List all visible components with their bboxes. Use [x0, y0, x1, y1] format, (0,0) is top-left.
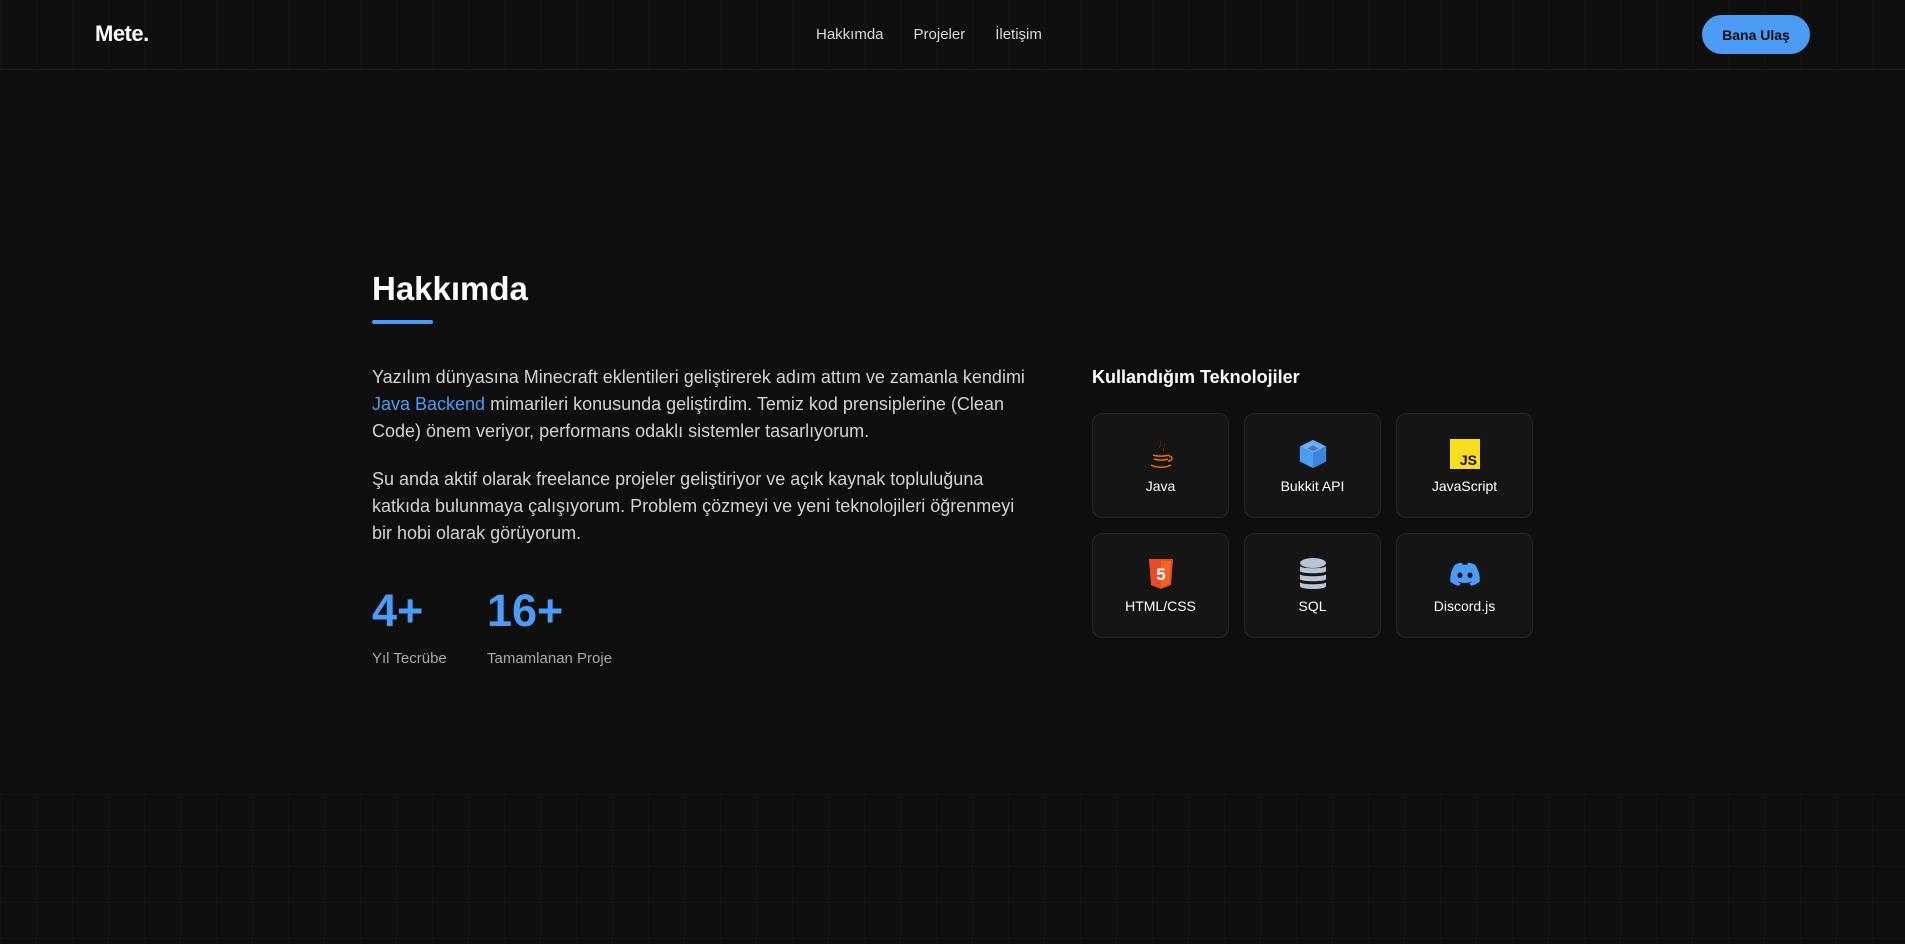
- java-backend-highlight: Java Backend: [372, 394, 486, 414]
- title-underline: [372, 320, 433, 324]
- tech-card-java: Java: [1092, 413, 1229, 518]
- nav-link-projects[interactable]: Projeler: [914, 26, 966, 43]
- tech-title: Kullandığım Teknolojiler: [1092, 367, 1300, 387]
- cube-icon: [1297, 438, 1329, 470]
- tech-label: SQL: [1298, 597, 1327, 614]
- tech-label: HTML/CSS: [1125, 597, 1196, 614]
- stat-value: 4+: [372, 585, 424, 636]
- html5-icon: 5: [1145, 558, 1177, 590]
- paragraph-text: Yazılım dünyasına Minecraft eklentileri …: [372, 367, 1025, 387]
- stat-experience: 4+ Yıl Tecrübe: [372, 585, 447, 667]
- stat-projects: 16+ Tamamlanan Proje: [487, 585, 612, 667]
- contact-me-button[interactable]: Bana Ulaş: [1702, 15, 1810, 54]
- nav-link-contact[interactable]: İletişim: [995, 26, 1042, 43]
- js-badge: JS: [1459, 452, 1476, 468]
- java-icon: [1145, 438, 1177, 470]
- stat-label: Yıl Tecrübe: [372, 650, 447, 667]
- tech-card-discord: Discord.js: [1396, 533, 1533, 638]
- tech-card-sql: SQL: [1244, 533, 1381, 638]
- about-title: Hakkımda: [372, 270, 528, 307]
- tech-grid: Java Bukkit API JS JavaScript 5 HTML/CSS…: [1092, 413, 1533, 638]
- stat-value: 16+: [487, 585, 564, 636]
- navbar: Mete. Hakkımda Projeler İletişim Bana Ul…: [0, 0, 1905, 70]
- nav-links: Hakkımda Projeler İletişim: [816, 26, 1042, 43]
- tech-label: Discord.js: [1433, 597, 1496, 614]
- background-grid: [0, 794, 1905, 944]
- logo[interactable]: Mete.: [95, 21, 149, 47]
- stat-label: Tamamlanan Proje: [487, 650, 613, 667]
- discord-icon: [1449, 558, 1481, 590]
- tech-label: Bukkit API: [1280, 477, 1345, 494]
- tech-card-html: 5 HTML/CSS: [1092, 533, 1229, 638]
- tech-card-bukkit: Bukkit API: [1244, 413, 1381, 518]
- about-paragraph-1: Yazılım dünyasına Minecraft eklentileri …: [372, 364, 1032, 445]
- nav-link-about[interactable]: Hakkımda: [816, 26, 884, 43]
- tech-card-javascript: JS JavaScript: [1396, 413, 1533, 518]
- tech-label: JavaScript: [1431, 477, 1498, 494]
- html-badge: 5: [1156, 565, 1165, 584]
- about-paragraph-2: Şu anda aktif olarak freelance projeler …: [372, 469, 1015, 543]
- database-icon: [1297, 557, 1329, 590]
- javascript-icon: JS: [1449, 438, 1481, 470]
- tech-label: Java: [1145, 477, 1176, 494]
